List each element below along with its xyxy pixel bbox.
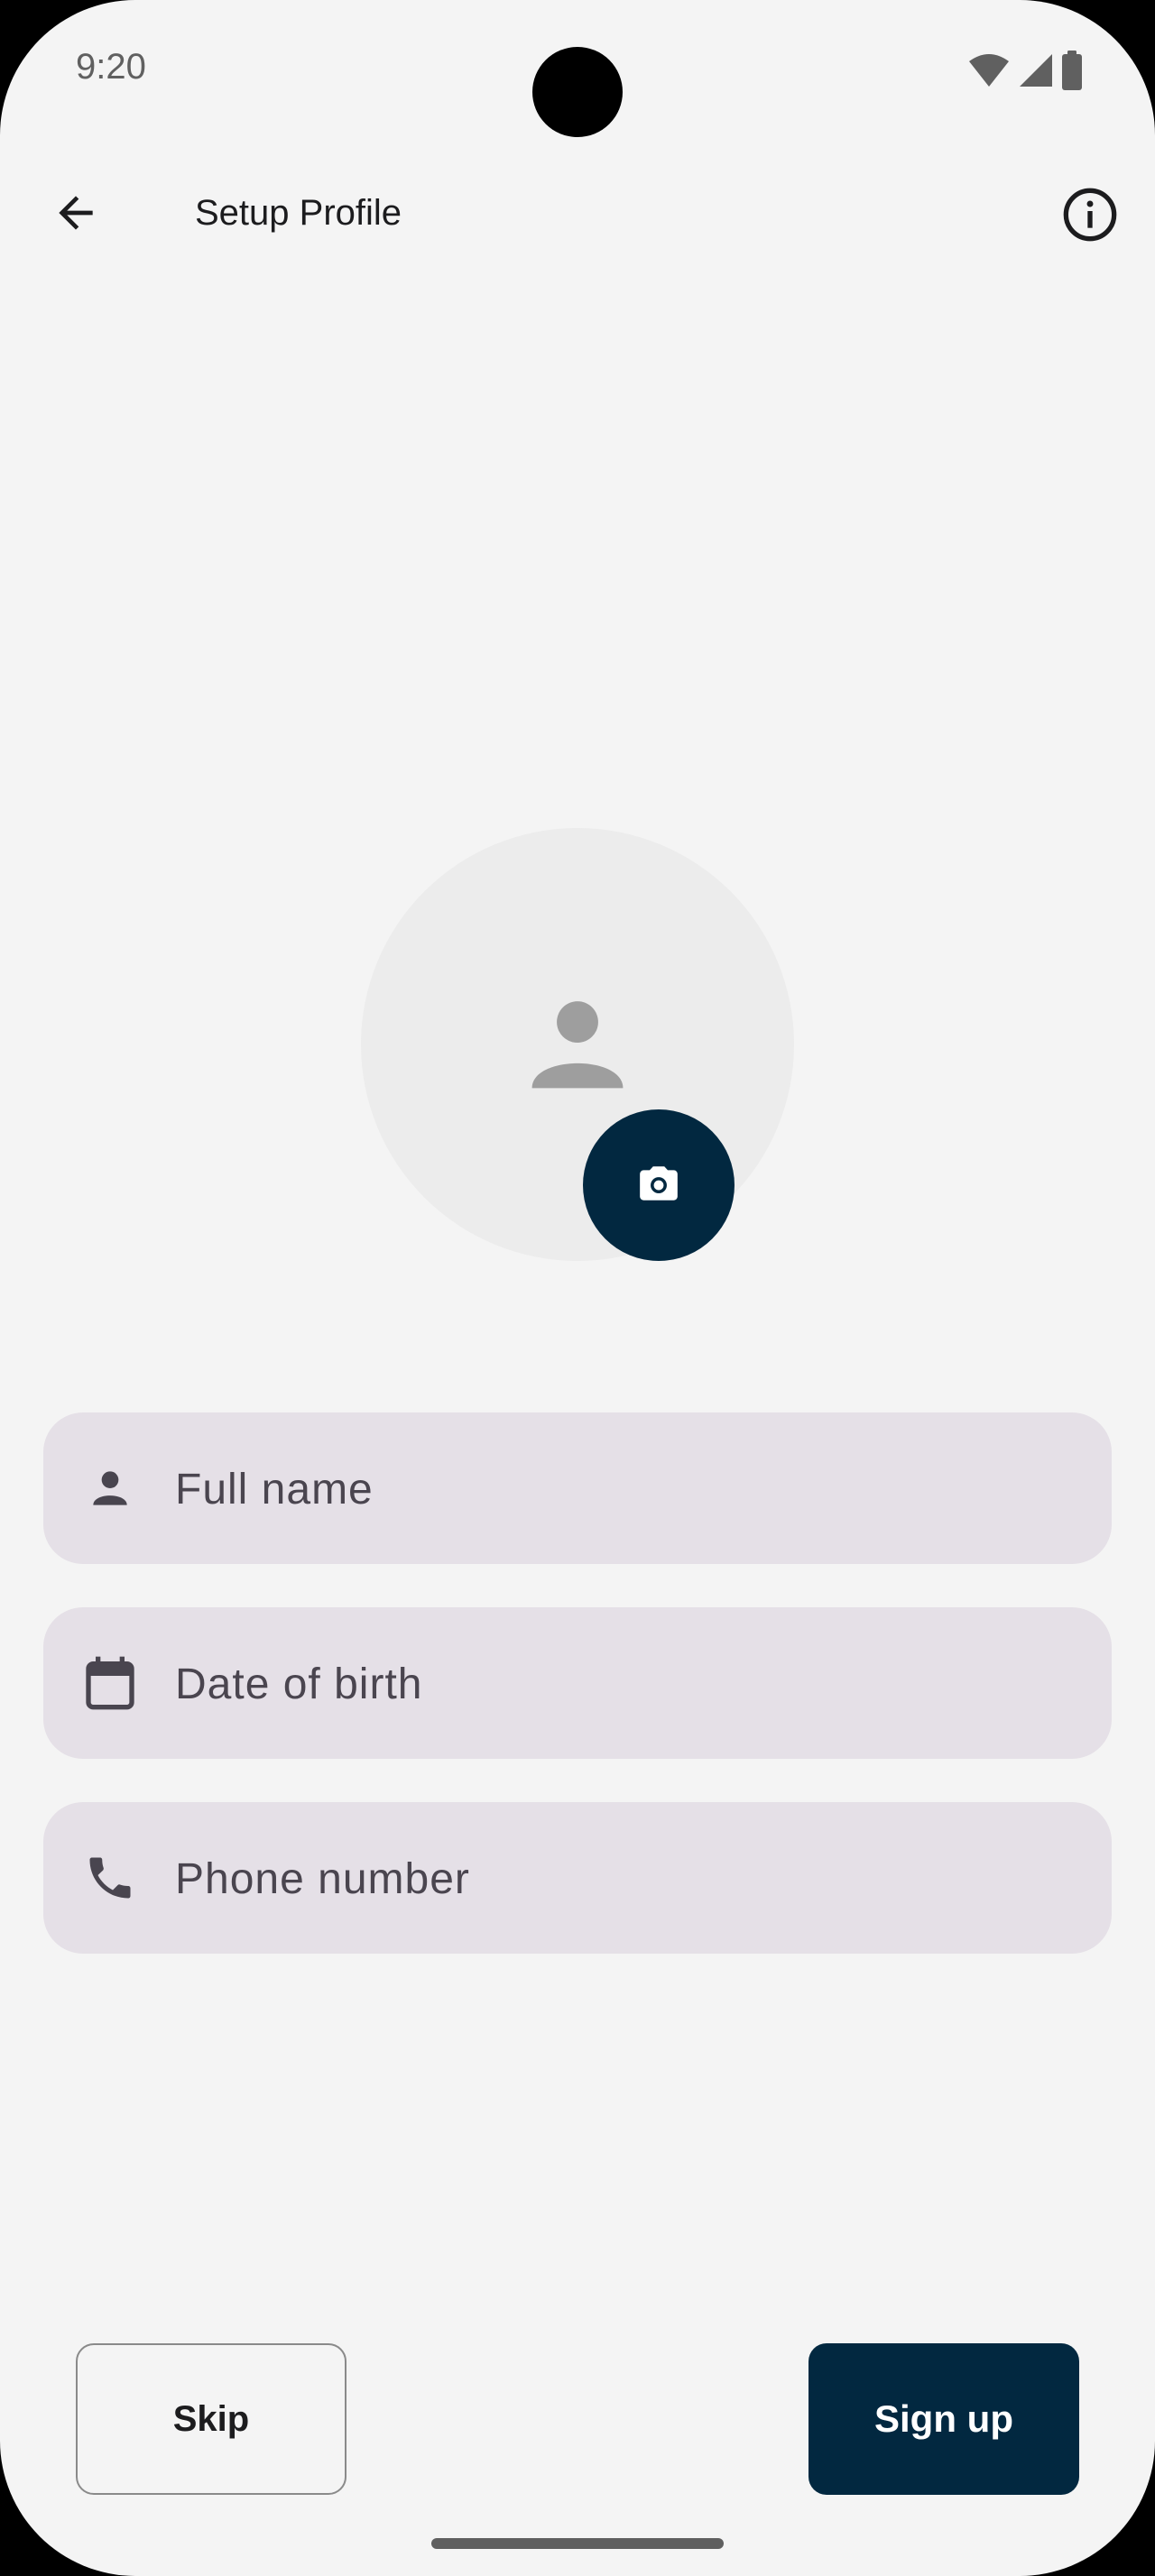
arrow-back-icon — [51, 188, 101, 243]
screen: 9:20 Setup Profile Full name Date of bir… — [0, 0, 1155, 2576]
home-indicator[interactable] — [431, 2538, 724, 2549]
calendar-icon — [79, 1652, 141, 1714]
person-icon — [528, 993, 627, 1097]
phone-icon — [79, 1847, 141, 1909]
camera-icon — [636, 1161, 681, 1210]
app-bar: Setup Profile — [0, 162, 1155, 271]
page-title: Setup Profile — [195, 193, 402, 233]
status-time: 9:20 — [76, 47, 146, 87]
signal-icon — [1018, 52, 1054, 93]
back-button[interactable] — [40, 179, 112, 251]
camera-cutout — [532, 47, 623, 137]
full-name-field[interactable] — [43, 1412, 1112, 1566]
status-icons — [967, 51, 1083, 95]
date-of-birth-input[interactable] — [173, 1607, 1079, 1761]
battery-icon — [1061, 51, 1083, 95]
sign-up-button[interactable]: Sign up — [808, 2343, 1079, 2495]
date-of-birth-field[interactable] — [43, 1607, 1112, 1761]
change-photo-button[interactable] — [583, 1109, 735, 1261]
phone-number-input[interactable] — [173, 1802, 1079, 1955]
person-icon — [79, 1458, 141, 1519]
status-bar: 9:20 — [0, 0, 1155, 137]
avatar-container — [361, 828, 794, 1261]
skip-button[interactable]: Skip — [76, 2343, 346, 2495]
wifi-icon — [967, 52, 1011, 93]
info-button[interactable] — [1052, 179, 1128, 254]
full-name-input[interactable] — [173, 1412, 1079, 1566]
phone-number-field[interactable] — [43, 1802, 1112, 1955]
info-icon — [1061, 186, 1119, 248]
